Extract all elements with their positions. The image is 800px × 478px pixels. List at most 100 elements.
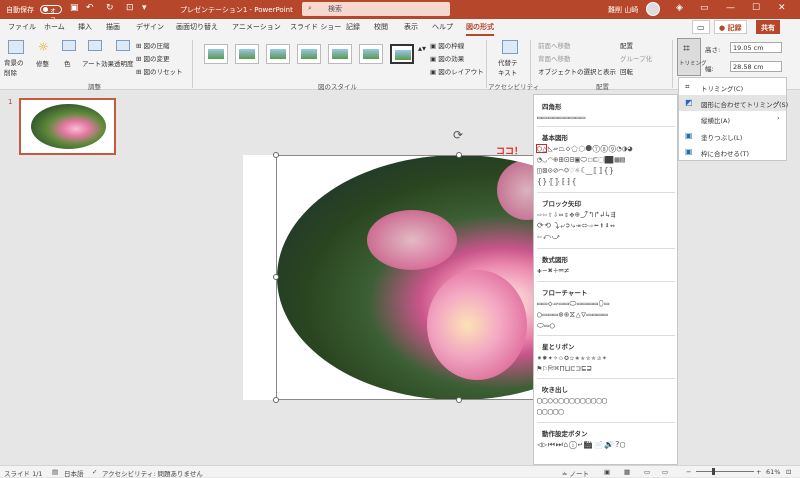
align-button[interactable]: 配置 <box>620 40 633 50</box>
tab-slideshow[interactable]: スライド ショー <box>290 22 341 32</box>
picture-style-3[interactable] <box>266 44 290 64</box>
autosave-toggle[interactable]: オフ <box>40 5 62 24</box>
oval-shape-highlight[interactable] <box>536 144 547 153</box>
minimize-icon[interactable]: — <box>726 3 735 13</box>
gallery-scroll-icon[interactable]: ▴▾ <box>418 44 426 53</box>
shape-row[interactable]: ▭▭◇▱▭▭⬭▭▭▭▭⬯▭ <box>537 300 675 308</box>
close-icon[interactable]: ✕ <box>778 3 786 13</box>
shape-row[interactable]: ✷✸✦✧✩✪✫✬✭✮✯✰✴ <box>537 354 675 362</box>
remove-background-button[interactable]: 背景の 削除 <box>4 57 24 77</box>
menu-fill[interactable]: ▣ 塗りつぶし(L) <box>679 128 786 144</box>
tab-insert[interactable]: 挿入 <box>78 22 92 32</box>
present-icon[interactable]: ⊡ <box>126 3 134 13</box>
normal-view-icon[interactable]: ▣ <box>604 468 610 476</box>
change-picture-button[interactable]: ⊞ 図の変更 <box>136 53 170 63</box>
tab-record[interactable]: 記録 <box>346 22 360 32</box>
zoom-out-icon[interactable]: − <box>686 468 691 476</box>
picture-effects-button[interactable]: ▣ 図の効果 <box>430 53 464 63</box>
maximize-icon[interactable]: ☐ <box>752 3 760 13</box>
corrections-button[interactable]: 修整 <box>36 58 49 68</box>
menu-crop-to-shape[interactable]: ◩ 図形に合わせてトリミング(S) › <box>679 95 788 111</box>
shape-row[interactable]: ⟳⟲⤵⤶➲⤷⇥⬄⇨⬅⬆⬇↔ <box>537 222 675 230</box>
shape-row[interactable]: ▢▢◯◯▢▢▢▢▢▢▢▢▢ <box>537 397 675 405</box>
tab-view[interactable]: 表示 <box>404 22 418 32</box>
picture-style-7[interactable] <box>390 44 414 64</box>
compress-pictures-button[interactable]: ⊞ 図の圧縮 <box>136 40 170 50</box>
shape-row[interactable]: ◫⊠⊙⊘⌒☺♡☼☾⁐⟦⟧{} <box>537 167 675 175</box>
shape-row[interactable]: ✚−✖÷═≠ <box>537 267 675 275</box>
shape-row[interactable]: ▢▢▢▢▢ <box>537 408 675 416</box>
save-icon[interactable]: ▣ <box>70 3 79 13</box>
tab-transitions[interactable]: 画面切り替え <box>176 22 218 32</box>
share-button[interactable]: 共有 <box>756 20 780 34</box>
shape-row[interactable]: ⚑⚐⛿⌘⊓⊔⊏⊐⊑⊒ <box>537 365 675 373</box>
slide-thumbnail[interactable] <box>19 98 116 155</box>
crop-button[interactable]: ⌗ トリミング <box>677 38 707 76</box>
zoom-slider[interactable] <box>696 471 754 472</box>
resize-handle[interactable] <box>456 397 462 403</box>
search-box[interactable]: ⌕ 検索 <box>302 2 450 16</box>
zoom-level[interactable]: 61% <box>766 468 780 476</box>
slide-sorter-icon[interactable]: ▦ <box>624 468 630 476</box>
width-field[interactable]: 28.58 cm <box>730 61 782 72</box>
comment-button[interactable]: ▭ <box>692 20 710 34</box>
transparency-button[interactable]: 透明度 <box>114 58 134 68</box>
redo-icon[interactable]: ↻ <box>106 3 114 13</box>
resize-handle[interactable] <box>273 152 279 158</box>
alt-text-button[interactable]: 代替テ キスト <box>498 57 518 77</box>
tab-animations[interactable]: アニメーション <box>232 22 281 32</box>
shape-row[interactable]: ◯▭▭▭⊗⊕⧖△▽▭▭▭▭ <box>537 311 675 319</box>
zoom-in-icon[interactable]: + <box>756 468 761 476</box>
group-button[interactable]: グループ化 <box>620 53 652 63</box>
tab-draw[interactable]: 描画 <box>106 22 120 32</box>
undo-icon[interactable]: ↶ <box>86 3 94 13</box>
height-field[interactable]: 19.05 cm <box>730 42 782 53</box>
bring-forward-button[interactable]: 前面へ移動 <box>538 40 571 50</box>
zoom-slider-thumb[interactable] <box>712 468 715 475</box>
alt-text-icon[interactable] <box>502 40 518 54</box>
shape-row[interactable]: ◯△◺▱⏢◇⬠⬡⯃⑦⑧⑨◔◑◕ <box>537 145 675 153</box>
ribbon-display-icon[interactable]: ▭ <box>700 3 709 13</box>
shape-row[interactable]: ◔◡◠⊕⊞⊡⊟▣⬭☐⊏⬚⬛▦▧ <box>537 156 675 164</box>
tab-home[interactable]: ホーム <box>44 22 65 32</box>
tab-file[interactable]: ファイル <box>8 22 36 32</box>
picture-style-4[interactable] <box>297 44 321 64</box>
picture-style-6[interactable] <box>359 44 383 64</box>
picture-border-button[interactable]: ▣ 図の枠線 <box>430 40 464 50</box>
rotate-handle-icon[interactable]: ⟳ <box>453 128 463 142</box>
diamond-icon[interactable]: ◈ <box>676 3 683 13</box>
shape-row[interactable]: ▭▭▭▭▭▭▭▭▭ <box>537 114 675 122</box>
shape-row[interactable]: ⬭▭◯ <box>537 322 675 330</box>
shape-row[interactable]: ⇨⇦⇧⇩⇔⇕✥⊕⤴↰↱↲↳⇶ <box>537 211 675 219</box>
resize-handle[interactable] <box>273 397 279 403</box>
tab-review[interactable]: 校閲 <box>374 22 388 32</box>
customize-icon[interactable]: ▾ <box>142 3 147 13</box>
tab-help[interactable]: ヘルプ <box>432 22 453 32</box>
avatar[interactable] <box>646 2 660 16</box>
picture-layout-button[interactable]: ▣ 図のレイアウト <box>430 66 484 76</box>
slideshow-icon[interactable]: ▭ <box>662 468 668 476</box>
color-button[interactable]: 色 <box>64 58 71 68</box>
menu-fit[interactable]: ▣ 枠に合わせる(T) <box>679 144 786 160</box>
shape-row[interactable]: ⇦⤺⤻ <box>537 233 675 241</box>
picture-style-1[interactable] <box>204 44 228 64</box>
picture-style-5[interactable] <box>328 44 352 64</box>
record-button[interactable]: ● 記録 <box>714 20 747 34</box>
remove-background-icon[interactable] <box>8 40 24 54</box>
menu-crop[interactable]: ⌗ トリミング(C) <box>679 79 786 95</box>
rotate-button[interactable]: 回転 <box>620 66 633 76</box>
reset-picture-button[interactable]: ⊞ 図のリセット <box>136 66 183 76</box>
shape-row[interactable]: ◁▷⏮⏭⌂ⓘ↩🎬📄🔊?▢ <box>537 441 675 449</box>
shape-row[interactable]: {}⦃⦄⁅⁆{ <box>537 178 675 186</box>
tab-design[interactable]: デザイン <box>136 22 164 32</box>
menu-aspect-ratio[interactable]: 縦横比(A) › <box>679 111 786 127</box>
reading-view-icon[interactable]: ▭ <box>644 468 650 476</box>
fit-slide-icon[interactable]: ⊡ <box>786 468 791 476</box>
resize-handle[interactable] <box>456 152 462 158</box>
selection-pane-button[interactable]: オブジェクトの選択と表示 <box>538 66 616 76</box>
picture-style-2[interactable] <box>235 44 259 64</box>
tab-picture-format[interactable]: 図の形式 <box>466 22 494 36</box>
send-backward-button[interactable]: 背面へ移動 <box>538 53 571 63</box>
resize-handle[interactable] <box>273 274 279 280</box>
artistic-effects-button[interactable]: アート効果 <box>82 58 114 68</box>
